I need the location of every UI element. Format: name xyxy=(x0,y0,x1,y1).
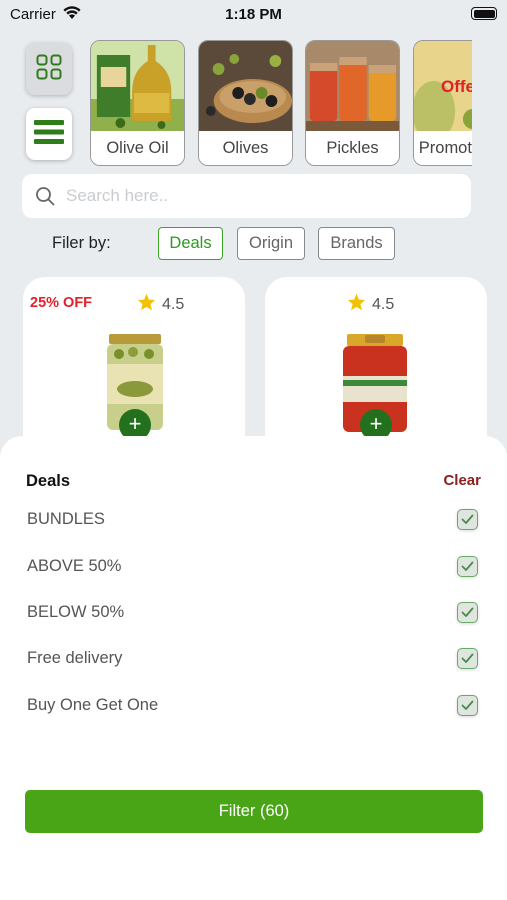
category-olive-oil[interactable]: Olive Oil xyxy=(90,40,185,166)
promo-overlay-text: Offe xyxy=(441,77,472,96)
filter-option-label: BELOW 50% xyxy=(27,603,125,621)
filter-chip-brands[interactable]: Brands xyxy=(318,227,395,260)
search-icon xyxy=(35,186,55,211)
checkbox[interactable] xyxy=(457,556,478,577)
filter-chip-deals[interactable]: Deals xyxy=(158,227,223,260)
clock: 1:18 PM xyxy=(225,6,282,23)
rating: 4.5 xyxy=(347,293,394,316)
rating-value: 4.5 xyxy=(372,295,395,313)
plus-icon: + xyxy=(128,411,142,436)
status-bar: Carrier 1:18 PM xyxy=(0,0,507,30)
grid-view-button[interactable] xyxy=(26,43,72,95)
category-label: Pickles xyxy=(306,131,399,165)
category-label: Olive Oil xyxy=(91,131,184,165)
filter-option-label: Buy One Get One xyxy=(27,696,159,714)
rating: 4.5 xyxy=(137,293,184,316)
filter-option-label: BUNDLES xyxy=(27,510,105,528)
filter-option-label: Free delivery xyxy=(27,649,123,667)
check-icon xyxy=(461,514,474,524)
rating-value: 4.5 xyxy=(162,295,185,313)
filter-chip-origin[interactable]: Origin xyxy=(237,227,305,260)
filter-bottom-sheet: Deals Clear BUNDLES ABOVE 50% BELOW 50% … xyxy=(0,436,507,900)
filter-option[interactable]: ABOVE 50% xyxy=(0,549,507,585)
battery-icon xyxy=(471,7,497,20)
checkbox[interactable] xyxy=(457,602,478,623)
pickles-image xyxy=(306,41,399,132)
checkbox[interactable] xyxy=(457,509,478,530)
filter-by-label: Filer by: xyxy=(52,234,111,252)
search-input[interactable] xyxy=(66,174,456,218)
category-carousel[interactable]: Olive Oil Olives Pickles Offe Promot xyxy=(90,40,472,167)
search-bar[interactable] xyxy=(22,174,471,218)
check-icon xyxy=(461,700,474,710)
filter-option-label: ABOVE 50% xyxy=(27,557,122,575)
check-icon xyxy=(461,607,474,617)
star-icon xyxy=(137,293,156,316)
discount-badge: 25% OFF xyxy=(30,295,93,311)
category-label: Olives xyxy=(199,131,292,165)
filter-option[interactable]: BELOW 50% xyxy=(0,595,507,631)
category-olives[interactable]: Olives xyxy=(198,40,293,166)
grid-icon xyxy=(36,54,62,85)
filter-option[interactable]: BUNDLES xyxy=(0,502,507,538)
filter-option[interactable]: Free delivery xyxy=(0,641,507,677)
menu-icon xyxy=(34,119,64,150)
star-icon xyxy=(347,293,366,316)
filter-option[interactable]: Buy One Get One xyxy=(0,688,507,724)
plus-icon: + xyxy=(369,411,383,436)
sheet-title: Deals xyxy=(26,472,71,490)
olives-image xyxy=(199,41,292,132)
check-icon xyxy=(461,653,474,663)
category-promotions[interactable]: Offe Promotions xyxy=(413,40,472,166)
olive-oil-image xyxy=(91,41,184,132)
list-view-button[interactable] xyxy=(26,108,72,160)
checkbox[interactable] xyxy=(457,695,478,716)
clear-button[interactable]: Clear xyxy=(443,472,481,489)
checkbox[interactable] xyxy=(457,648,478,669)
category-label: Promotions xyxy=(414,131,472,165)
category-pickles[interactable]: Pickles xyxy=(305,40,400,166)
check-icon xyxy=(461,561,474,571)
apply-filter-button[interactable]: Filter (60) xyxy=(25,790,483,833)
